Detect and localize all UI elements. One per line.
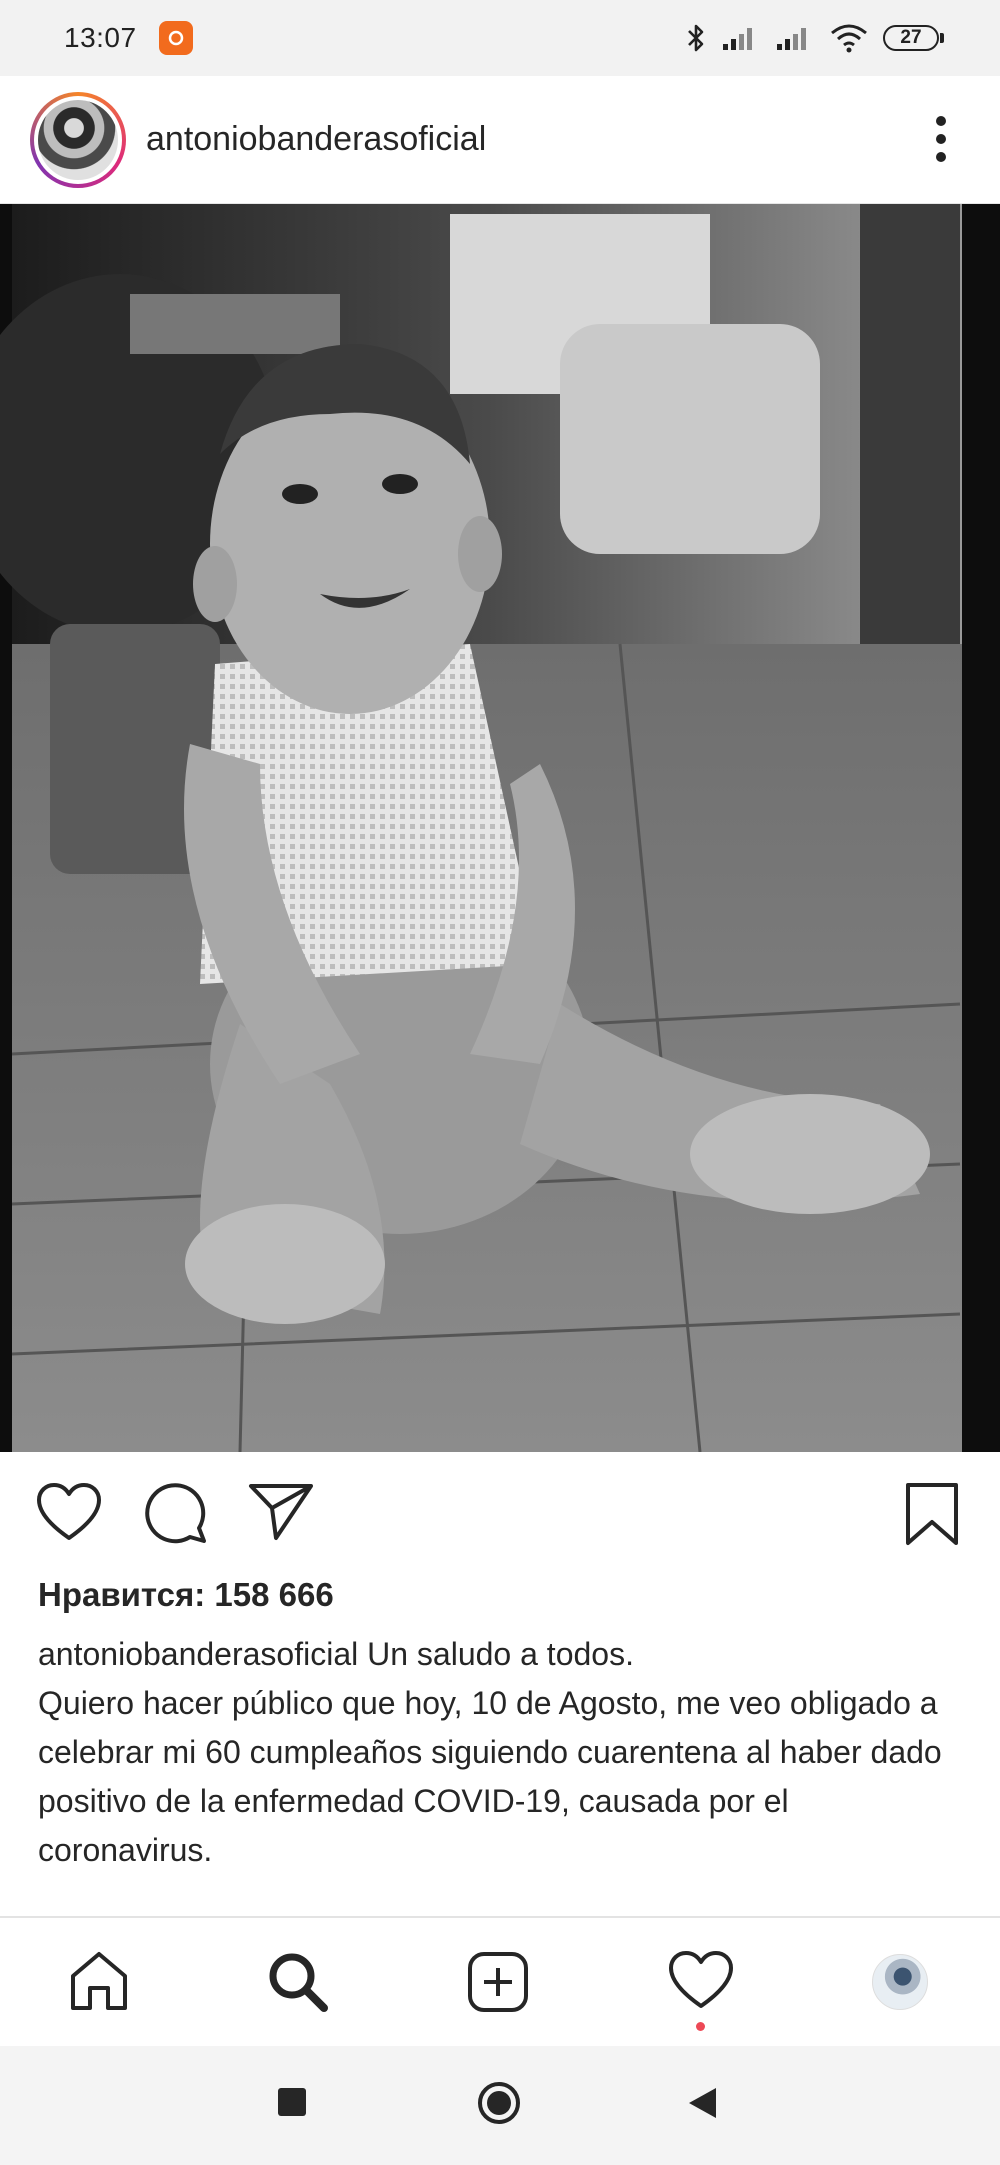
- bluetooth-icon: [688, 24, 704, 52]
- like-icon[interactable]: [36, 1482, 102, 1542]
- activity-notification-dot: [696, 2022, 705, 2031]
- signal-icon: [777, 28, 806, 50]
- caption-username[interactable]: antoniobanderasoficial: [38, 1636, 358, 1672]
- post-actions: [0, 1452, 1000, 1574]
- search-icon[interactable]: [266, 1950, 330, 2014]
- story-avatar[interactable]: [30, 91, 126, 188]
- wifi-icon: [831, 24, 867, 53]
- post-photo[interactable]: [0, 204, 1000, 1452]
- home-button[interactable]: [476, 2080, 522, 2126]
- system-navigation-bar: [0, 2046, 1000, 2165]
- status-left: 13:07: [64, 21, 193, 55]
- battery-level: 27: [883, 25, 939, 51]
- avatar-image: [38, 99, 118, 180]
- comment-icon[interactable]: [144, 1482, 208, 1544]
- post-caption: antoniobanderasoficial Un saludo a todos…: [38, 1630, 968, 1875]
- back-button[interactable]: [686, 2086, 718, 2120]
- status-time: 13:07: [64, 22, 137, 53]
- activity-icon[interactable]: [668, 1950, 734, 2010]
- likes-count[interactable]: Нравится: 158 666: [38, 1576, 334, 1614]
- profile-avatar[interactable]: [872, 1954, 928, 2010]
- save-icon[interactable]: [904, 1482, 960, 1546]
- share-icon[interactable]: [248, 1482, 314, 1542]
- post-header: antoniobanderasoficial: [0, 76, 1000, 204]
- post-username[interactable]: antoniobanderasoficial: [146, 120, 486, 159]
- signal-icon: [723, 28, 752, 50]
- new-post-icon[interactable]: [466, 1950, 530, 2014]
- notification-app-icon: [158, 21, 193, 55]
- status-right: 27: [685, 22, 944, 54]
- battery-icon: 27: [883, 25, 944, 51]
- bottom-navigation: [0, 1916, 1000, 2046]
- recents-button[interactable]: [276, 2086, 308, 2118]
- more-options-icon[interactable]: [934, 114, 948, 164]
- status-bar: 13:07 27: [0, 0, 1000, 76]
- home-icon[interactable]: [68, 1950, 130, 2012]
